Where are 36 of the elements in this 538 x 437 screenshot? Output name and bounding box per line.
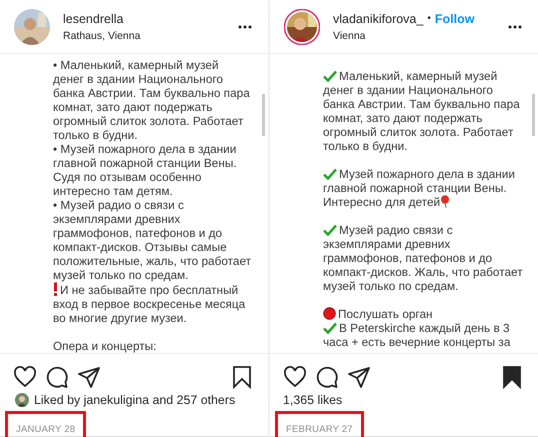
location-link[interactable]: Rathaus, Vienna xyxy=(63,30,225,42)
send-icon[interactable] xyxy=(347,365,371,389)
caption-paragraph: Музей радио связи с экземплярами древних граммофонов, патефонов и до компакт-дисков. Жаль, что работает музей только по средам. xyxy=(323,223,523,293)
balloon-icon xyxy=(440,195,450,208)
caption-paragraph: • Музей пожарного дела в здании главной пожарной станции Вены. Судя по отзывам особенно интересно там детям. xyxy=(53,142,237,198)
scrollbar[interactable] xyxy=(262,94,265,136)
send-icon[interactable] xyxy=(77,365,101,389)
comment-icon[interactable] xyxy=(315,365,339,389)
check-mark-icon xyxy=(323,322,337,334)
bookmark-icon[interactable] xyxy=(500,365,524,389)
more-options-icon[interactable] xyxy=(508,24,522,28)
caption-paragraph: И не забывайте про бесплатный вход в первое воскресенье месяца во многие другие музеи. xyxy=(53,282,246,325)
caption-paragraph: Опера и концерты: xyxy=(53,339,156,353)
caption-paragraph: Маленький, камерный музей денег в здании Национального банка Австрии. Там буквально пара комнат, зато дают подержать огромный слиток золота. Работает только в будни. xyxy=(323,69,520,153)
circle-icon xyxy=(323,307,336,320)
check-mark-icon xyxy=(323,70,337,82)
likes-count[interactable]: 1,365 likes xyxy=(283,393,342,407)
heart-icon[interactable] xyxy=(283,365,307,389)
caption-paragraph: • Маленький, камерный музей денег в здании Национального банка Австрии. Там буквально пара комнат, зато дают подержать огромный слиток золота. Работает только в будни. xyxy=(53,58,250,142)
username[interactable]: vladanikiforova_ xyxy=(333,12,424,26)
comment-icon[interactable] xyxy=(45,365,69,389)
separator-dot: • xyxy=(427,13,431,24)
heart-icon[interactable] xyxy=(13,365,37,389)
exclamation-icon xyxy=(53,282,58,296)
caption-paragraph: В Peterskirche каждый день в 3 часа + есть вечерние концерты за xyxy=(323,321,510,349)
location-link[interactable]: Vienna xyxy=(333,30,495,42)
more-options-icon[interactable] xyxy=(238,24,252,28)
check-mark-icon xyxy=(323,168,337,180)
username[interactable]: lesendrella xyxy=(63,12,124,26)
caption-paragraph: Музей пожарного дела в здании главной пожарной станции Вены. Интересно для детей xyxy=(323,167,515,209)
caption-paragraph: • Музей радио о связи с экземплярами древних граммофонов, патефонов и до компакт-дисков. Отзывы самые положительные, жаль, что работает музей только по средам. xyxy=(53,198,252,282)
bookmark-icon[interactable] xyxy=(230,365,254,389)
caption-paragraph: Послушать орган xyxy=(323,307,433,321)
scrollbar[interactable] xyxy=(532,94,535,136)
liked-by-text[interactable]: Liked by janekuligina and 257 others xyxy=(34,393,236,407)
check-mark-icon xyxy=(323,224,337,236)
